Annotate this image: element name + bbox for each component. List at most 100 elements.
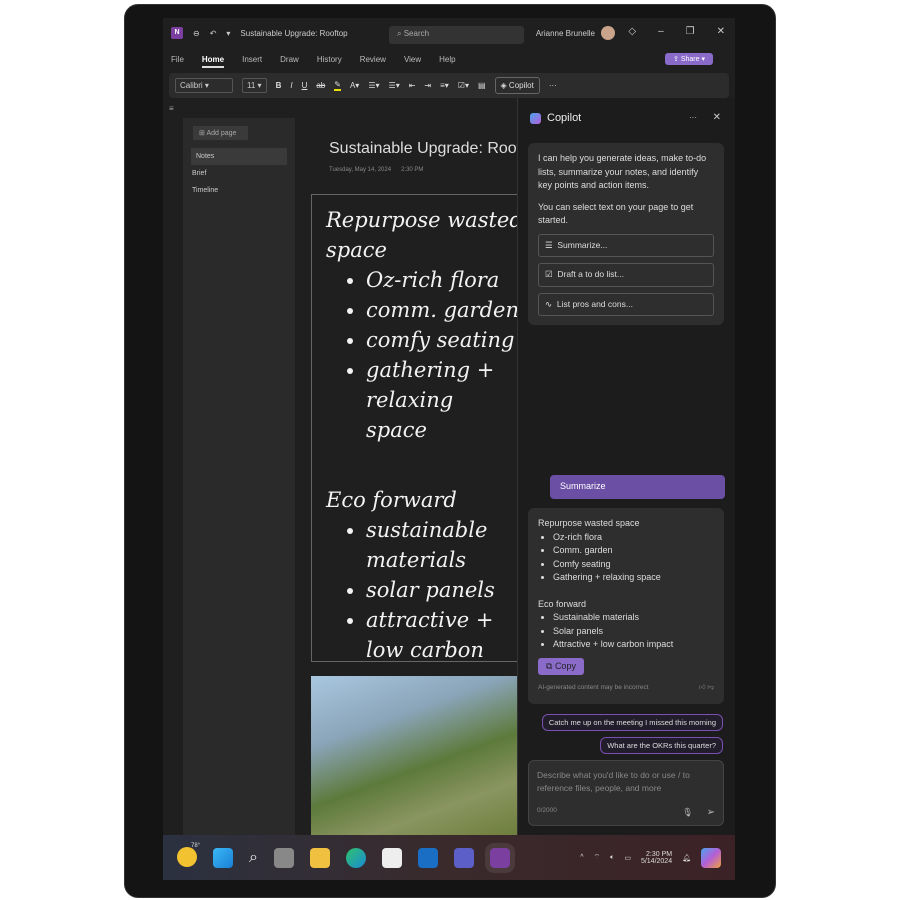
prompt-chip[interactable]: Catch me up on the meeting I missed this… xyxy=(541,714,723,731)
edge-icon[interactable] xyxy=(345,847,366,868)
response-item: Solar panels xyxy=(553,625,714,639)
thumbs-down-icon[interactable]: 👎︎ xyxy=(707,684,714,691)
thumbs-up-icon[interactable]: 👍︎ xyxy=(699,684,706,691)
numbering-icon[interactable]: ☰▾ xyxy=(389,81,400,90)
battery-icon[interactable]: ▭ xyxy=(624,854,631,862)
more-icon[interactable]: ··· xyxy=(549,81,557,90)
task-view-icon[interactable] xyxy=(273,847,294,868)
file-explorer-icon[interactable] xyxy=(309,847,330,868)
start-icon[interactable] xyxy=(213,847,233,868)
microphone-icon[interactable]: 🎙︎ xyxy=(682,806,693,819)
tab-review[interactable]: Review xyxy=(360,55,386,68)
tag-icon[interactable]: ☑▾ xyxy=(458,81,469,90)
restore-icon[interactable]: ❐ xyxy=(686,26,695,37)
italic-icon[interactable]: I xyxy=(290,81,292,90)
copy-button[interactable]: ⧉ Copy xyxy=(538,657,584,675)
font-size-value: 11 xyxy=(247,81,256,90)
date-text: Tuesday, May 14, 2024 xyxy=(329,167,392,173)
response-item: Gathering + relaxing space xyxy=(553,571,714,585)
clock[interactable]: 2:30 PM 5/14/2024 xyxy=(641,851,672,865)
network-icon[interactable]: ⌔ xyxy=(594,853,601,862)
minimize-icon[interactable]: – xyxy=(658,26,664,37)
search-taskbar-icon[interactable]: ⌕ xyxy=(249,849,258,867)
page-item-brief[interactable]: Brief xyxy=(183,165,295,182)
ink-item: attractive + low carbon impact xyxy=(366,605,516,661)
show-hidden-icons[interactable]: ^ xyxy=(580,854,583,861)
copilot-taskbar-icon[interactable] xyxy=(701,847,721,868)
undo-icon[interactable]: ↶ xyxy=(210,29,217,38)
share-label: Share xyxy=(680,56,700,63)
search-placeholder: Search xyxy=(403,29,430,38)
clock-time: 2:30 PM xyxy=(646,850,673,858)
back-icon[interactable]: ⊖ xyxy=(193,29,200,38)
notification-bell-icon[interactable]: 🔔︎ xyxy=(682,854,691,862)
onenote-taskbar-icon[interactable] xyxy=(484,842,515,873)
nav-menu-icon[interactable]: ≡ xyxy=(169,104,174,113)
tab-draw[interactable]: Draw xyxy=(280,55,299,68)
ink-item: Oz-rich flora xyxy=(366,265,516,295)
ink-heading: Eco forward xyxy=(326,488,457,512)
add-page-label: Add page xyxy=(206,130,237,137)
user-name[interactable]: Arianne Brunelle xyxy=(536,29,595,38)
tab-view[interactable]: View xyxy=(404,55,421,68)
copilot-ribbon-button[interactable]: ◈ Copilot xyxy=(494,77,540,94)
share-button[interactable]: ⇪ Share ▾ xyxy=(665,53,713,65)
tab-history[interactable]: History xyxy=(317,55,342,68)
customize-icon[interactable]: ▾ xyxy=(226,29,230,38)
bullets-icon[interactable]: ☰▾ xyxy=(368,81,379,90)
add-page-button[interactable]: ⊞ Add page xyxy=(193,126,248,140)
align-icon[interactable]: ≡▾ xyxy=(440,81,449,90)
prompt-chip[interactable]: What are the OKRs this quarter? xyxy=(600,737,723,754)
suggestion-todo[interactable]: ☑ Draft a to do list... xyxy=(538,263,714,287)
ink-item: comm. garden xyxy=(366,295,519,325)
response-item: Attractive + low carbon impact xyxy=(553,638,714,652)
suggestion-pros-cons[interactable]: ∿ List pros and cons... xyxy=(538,292,714,316)
indent-icon[interactable]: ⇥ xyxy=(424,81,431,90)
page-item-notes[interactable]: Notes xyxy=(191,148,287,165)
diamond-icon[interactable]: ◇ xyxy=(628,26,636,37)
outlook-icon[interactable] xyxy=(417,847,438,868)
store-icon[interactable] xyxy=(381,847,402,868)
handwritten-ink-block[interactable]: Repurpose wasted space Oz-rich flora com… xyxy=(311,194,531,662)
send-icon[interactable]: ➢ xyxy=(707,806,715,819)
search-box[interactable]: ⌕ Search xyxy=(389,26,524,44)
tab-file[interactable]: File xyxy=(171,55,184,68)
close-pane-icon[interactable]: ✕ xyxy=(713,112,721,123)
ribbon-toolbar: Calibri ▾ 11 ▾ BIU ab ✎ A▾ ☰▾ ☰▾ ⇤ ⇥ ≡▾ … xyxy=(169,73,729,98)
copy-label: Copy xyxy=(554,660,576,671)
response-item: Sustainable materials xyxy=(553,611,714,625)
intro-text: I can help you generate ideas, make to-d… xyxy=(538,153,707,190)
rooftop-garden-photo[interactable] xyxy=(311,676,531,836)
styles-icon[interactable]: ▤ xyxy=(478,81,486,90)
font-select[interactable]: Calibri ▾ xyxy=(175,78,233,93)
highlight-icon[interactable]: ✎ xyxy=(334,80,341,91)
response-heading: Eco forward xyxy=(538,598,587,609)
font-size-select[interactable]: 11 ▾ xyxy=(242,78,267,93)
char-counter: 0/2000 xyxy=(537,807,557,814)
underline-icon[interactable]: U xyxy=(302,81,308,90)
taskbar: 78° ⌕ ^ ⌔ 🔈︎ ▭ 2:30 PM 5/14/2024 🔔︎ xyxy=(163,835,735,880)
copilot-logo-icon xyxy=(530,112,541,124)
page-title[interactable]: Sustainable Upgrade: Rooftop xyxy=(329,140,543,158)
suggestion-summarize[interactable]: ☰ Summarize... xyxy=(538,233,714,257)
outdent-icon[interactable]: ⇤ xyxy=(409,81,416,90)
tab-help[interactable]: Help xyxy=(439,55,455,68)
more-options-icon[interactable]: ··· xyxy=(689,113,697,122)
chat-input[interactable]: Describe what you'd like to do or use / … xyxy=(528,760,724,826)
close-icon[interactable]: ✕ xyxy=(717,26,725,37)
font-color-icon[interactable]: A▾ xyxy=(350,81,359,90)
volume-icon[interactable]: 🔈︎ xyxy=(610,854,614,862)
avatar[interactable] xyxy=(601,26,615,40)
tab-insert[interactable]: Insert xyxy=(242,55,262,68)
copilot-title: Copilot xyxy=(547,112,582,124)
intro-hint: You can select text on your page to get … xyxy=(538,201,694,226)
disclaimer: AI-generated content may be incorrect xyxy=(538,684,649,691)
bold-icon[interactable]: B xyxy=(276,81,282,90)
page-item-timeline[interactable]: Timeline xyxy=(183,182,295,199)
strikethrough-icon[interactable]: ab xyxy=(316,81,325,90)
teams-icon[interactable] xyxy=(453,847,474,868)
tab-home[interactable]: Home xyxy=(201,55,225,68)
time-text: 2:30 PM xyxy=(401,167,424,173)
suggestion-label: Draft a to do list... xyxy=(557,269,624,279)
weather-widget[interactable]: 78° xyxy=(177,843,200,869)
